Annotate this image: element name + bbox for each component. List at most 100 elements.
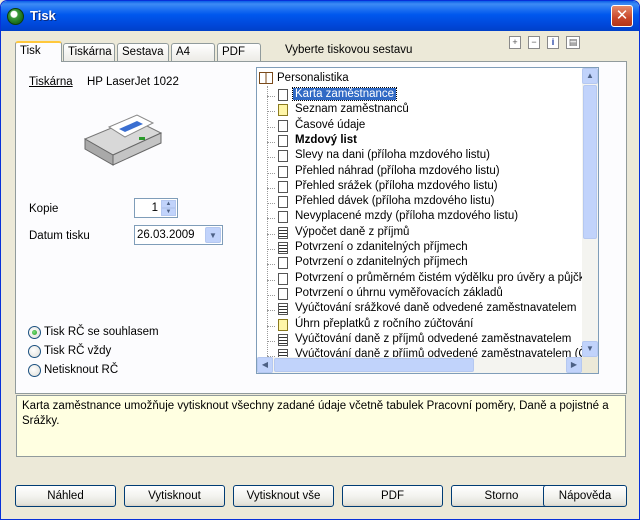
scroll-right-icon[interactable]: ▶	[566, 357, 582, 373]
document-icon	[278, 272, 288, 285]
document-icon	[278, 134, 288, 147]
vertical-scrollbar[interactable]: ▲ ▼	[582, 68, 598, 357]
radio-label: Tisk RČ vždy	[44, 345, 112, 357]
book-icon	[259, 72, 273, 84]
document-icon	[278, 89, 288, 101]
tree-connector	[267, 249, 275, 250]
document-icon	[278, 303, 288, 316]
report-tree[interactable]: Personalistika Karta zaměstnance Seznam z…	[256, 67, 599, 374]
print-date-label: Datum tisku	[29, 230, 90, 242]
collapse-icon[interactable]: −	[528, 36, 540, 49]
print-date-field[interactable]: 26.03.2009 ▼	[134, 225, 223, 245]
tab-pdf[interactable]: PDF	[217, 43, 261, 61]
radio-label: Tisk RČ se souhlasem	[44, 326, 159, 338]
document-icon	[278, 333, 288, 346]
copies-label: Kopie	[29, 203, 59, 215]
tree-connector	[267, 203, 275, 205]
document-icon	[278, 119, 288, 132]
tree-item-label: Potvrzení o zdanitelných příjmech	[295, 256, 468, 269]
print-dialog: Tisk ✕ Tisk Tiskárna Sestava A4 PDF Vybe…	[0, 0, 640, 520]
help-button[interactable]: Nápověda	[543, 485, 627, 507]
tree-item-label: Karta zaměstnance	[291, 87, 398, 101]
tree-connector	[267, 325, 275, 327]
tree-connector	[267, 279, 275, 281]
tree-item-label: Vyúčtování srážkové daně odvedené zaměst…	[295, 302, 577, 315]
tree-connector	[267, 96, 275, 97]
tab-a4[interactable]: A4	[171, 43, 215, 61]
print-date-value[interactable]: 26.03.2009	[137, 229, 195, 241]
scroll-thumb[interactable]	[583, 85, 597, 239]
tree-item-label: Slevy na dani (příloha mzdového listu)	[295, 149, 490, 162]
tree-item-label: Úhrn přeplatků z ročního zúčtování	[295, 317, 474, 330]
app-icon	[7, 8, 24, 25]
document-icon	[278, 242, 288, 254]
spin-down-icon[interactable]: ▼	[161, 208, 176, 216]
tree-connector	[267, 141, 275, 143]
tree-connector	[267, 340, 275, 342]
document-icon	[278, 211, 288, 224]
hscroll-thumb[interactable]	[274, 358, 474, 372]
copies-value[interactable]: 1	[152, 202, 158, 214]
expand-icon[interactable]: +	[509, 36, 521, 49]
tree-item-label: Nevyplacené mzdy (příloha mzdového listu…	[295, 210, 519, 223]
print-button[interactable]: Vytisknout	[124, 485, 225, 507]
tree-item-label: Seznam zaměstnanců	[295, 103, 409, 116]
printer-name: HP LaserJet 1022	[87, 76, 179, 88]
radio-unchecked-icon[interactable]	[28, 364, 41, 377]
tree-item-label: Potvrzení o úhrnu vyměřovacích základů	[295, 286, 503, 299]
tree-connector	[267, 233, 275, 235]
document-icon	[278, 104, 288, 117]
close-button[interactable]: ✕	[611, 5, 633, 27]
tree-item-label: Přehled dávek (příloha mzdového listu)	[295, 195, 495, 208]
scroll-up-icon[interactable]: ▲	[582, 68, 598, 84]
radio-unchecked-icon[interactable]	[28, 345, 41, 358]
scroll-left-icon[interactable]: ◀	[257, 357, 273, 373]
document-icon	[278, 226, 288, 239]
tree-item-label: Mzdový list	[295, 133, 357, 146]
tree-item-label: Přehled náhrad (příloha mzdového listu)	[295, 164, 500, 177]
pdf-button[interactable]: PDF	[342, 485, 443, 507]
tree-item-label: Přehled srážek (příloha mzdového listu)	[295, 179, 498, 192]
tab-tiskarna[interactable]: Tiskárna	[63, 43, 115, 61]
scroll-corner	[582, 357, 598, 373]
tree-connector	[267, 218, 275, 220]
document-icon	[278, 318, 288, 331]
tree-connector	[267, 126, 275, 128]
copies-stepper[interactable]: 1 ▲ ▼	[134, 198, 178, 218]
window-title: Tisk	[30, 8, 56, 23]
calendar-dropdown-icon[interactable]: ▼	[205, 227, 221, 243]
cancel-button[interactable]: Storno	[451, 485, 552, 507]
tree-root-label: Personalistika	[277, 72, 349, 84]
title-bar[interactable]: Tisk ✕	[1, 1, 639, 31]
horizontal-scrollbar[interactable]: ◀ ▶	[257, 357, 598, 373]
report-description: Karta zaměstnance umožňuje vytisknout vš…	[16, 395, 626, 457]
tree-connector	[267, 111, 275, 113]
preview-button[interactable]: Náhled	[15, 485, 116, 507]
scroll-down-icon[interactable]: ▼	[582, 341, 598, 357]
document-icon	[278, 257, 288, 270]
tree-item-label: Časové údaje	[295, 118, 366, 131]
spin-up-icon[interactable]: ▲	[161, 200, 176, 208]
radio-checked-icon[interactable]	[28, 326, 41, 339]
tree-connector	[267, 264, 275, 266]
tree-item-label: Potvrzení o průměrném čistém výdělku pro…	[295, 271, 591, 284]
document-icon	[278, 196, 288, 209]
radio-label: Netisknout RČ	[44, 364, 119, 376]
tree-connector	[267, 187, 275, 189]
printer-icon	[83, 114, 163, 166]
tree-item-label: Potvrzení o zdanitelných příjmech	[295, 241, 468, 253]
report-hint: Vyberte tiskovou sestavu	[285, 44, 413, 56]
document-icon	[278, 165, 288, 178]
tree-connector	[267, 172, 275, 174]
tab-sestava[interactable]: Sestava	[117, 43, 169, 61]
printer-link[interactable]: Tiskárna	[29, 76, 73, 88]
print-all-button[interactable]: Vytisknout vše	[233, 485, 334, 507]
tree-item-label: Vyúčtování daně z příjmů odvedené zaměst…	[295, 332, 572, 345]
print-setup-icon[interactable]: ▤	[566, 36, 580, 49]
info-icon[interactable]: i	[547, 36, 559, 49]
copies-spin-buttons: ▲ ▼	[161, 200, 176, 216]
tab-tisk[interactable]: Tisk	[15, 41, 62, 62]
document-icon	[278, 287, 288, 300]
document-icon	[278, 150, 288, 163]
tree-connector	[267, 157, 275, 159]
